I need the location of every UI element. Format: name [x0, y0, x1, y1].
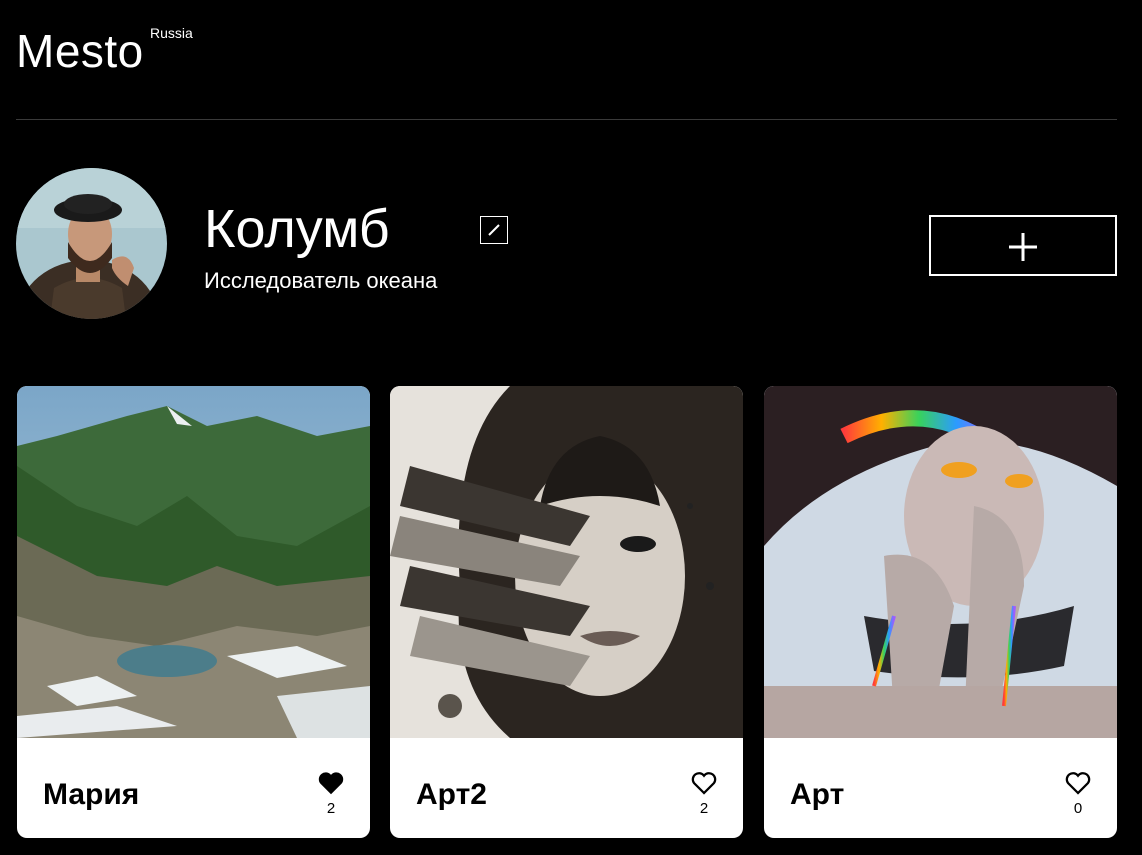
heart-outline-icon	[1065, 772, 1091, 795]
card: Арт 0	[764, 386, 1117, 838]
profile-section: Колумб Исследователь океана	[16, 168, 1117, 320]
card: Мария 2	[17, 386, 370, 838]
like-count: 2	[326, 800, 336, 817]
like-button[interactable]	[316, 768, 346, 798]
card-image-rainbow-woman[interactable]	[764, 386, 1117, 738]
like-count: 0	[1073, 800, 1083, 817]
site-logo[interactable]: Mesto	[16, 24, 144, 78]
card-title: Мария	[43, 778, 140, 811]
profile-about: Исследователь океана	[204, 268, 438, 293]
edit-profile-button[interactable]	[480, 216, 508, 244]
heart-outline-icon	[691, 772, 717, 795]
pencil-icon	[488, 224, 500, 236]
card-image-woman-feathers[interactable]	[390, 386, 743, 738]
card-title: Арт	[790, 778, 845, 811]
add-card-button[interactable]	[929, 215, 1117, 276]
profile-avatar[interactable]	[16, 168, 167, 319]
like-count: 2	[699, 800, 709, 817]
logo-superscript: Russia	[150, 25, 193, 41]
like-button[interactable]	[689, 768, 719, 798]
card-image-mountains[interactable]	[17, 386, 370, 738]
like-button[interactable]	[1063, 768, 1093, 798]
profile-name: Колумб	[204, 199, 390, 259]
plus-icon	[1009, 233, 1037, 261]
site-header: Mesto Russia	[16, 0, 1117, 120]
card-title: Арт2	[416, 778, 487, 811]
heart-filled-icon	[318, 772, 344, 795]
card: Арт2 2	[390, 386, 743, 838]
